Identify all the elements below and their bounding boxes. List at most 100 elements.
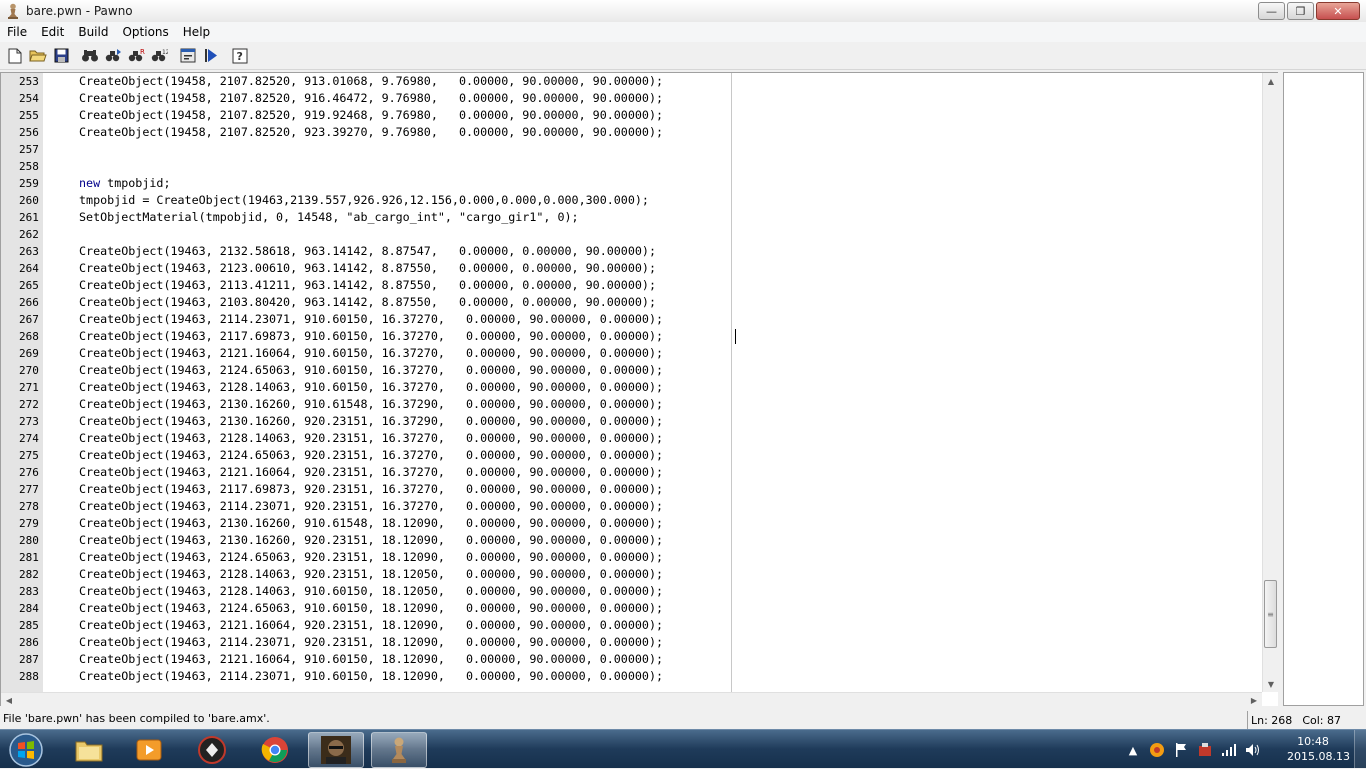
find-icon[interactable]: [79, 45, 101, 67]
minimize-button[interactable]: —: [1258, 2, 1285, 20]
code-line[interactable]: CreateObject(19463, 2103.80420, 963.1414…: [45, 294, 1261, 311]
code-line[interactable]: CreateObject(19463, 2124.65063, 920.2315…: [45, 549, 1261, 566]
action-center-flag-icon[interactable]: [1172, 741, 1190, 759]
line-number: 255: [19, 109, 39, 122]
line-number: 287: [19, 653, 39, 666]
code-line[interactable]: CreateObject(19463, 2124.65063, 910.6015…: [45, 600, 1261, 617]
new-file-icon[interactable]: [4, 45, 26, 67]
scroll-left-icon[interactable]: ◀: [1, 693, 17, 708]
line-number: 275: [19, 449, 39, 462]
toolbar: R 12 ?: [0, 42, 1366, 70]
code-line[interactable]: [45, 226, 1261, 243]
code-line[interactable]: [45, 158, 1261, 175]
code-line[interactable]: CreateObject(19463, 2117.69873, 910.6015…: [45, 328, 1261, 345]
game-avatar-icon[interactable]: [308, 732, 364, 768]
code-line[interactable]: CreateObject(19458, 2107.82520, 923.3927…: [45, 124, 1261, 141]
horizontal-scrollbar[interactable]: ◀ ▶: [1, 692, 1262, 707]
menu-build[interactable]: Build: [71, 25, 115, 39]
vertical-scroll-thumb[interactable]: ≡: [1264, 580, 1277, 648]
line-number: 265: [19, 279, 39, 292]
code-line[interactable]: CreateObject(19463, 2124.65063, 920.2315…: [45, 447, 1261, 464]
code-line[interactable]: CreateObject(19463, 2128.14063, 920.2315…: [45, 430, 1261, 447]
pawno-pawn-icon[interactable]: [5, 3, 21, 19]
menu-file[interactable]: File: [0, 25, 34, 39]
pawno-icon[interactable]: [371, 732, 427, 768]
code-line[interactable]: CreateObject(19463, 2130.16260, 910.6154…: [45, 515, 1261, 532]
scroll-right-icon[interactable]: ▶: [1246, 693, 1262, 708]
code-line[interactable]: CreateObject(19463, 2114.23071, 920.2315…: [45, 634, 1261, 651]
code-line[interactable]: CreateObject(19463, 2121.16064, 910.6015…: [45, 345, 1261, 362]
code-line[interactable]: SetObjectMaterial(tmpobjid, 0, 14548, "a…: [45, 209, 1261, 226]
svg-text:?: ?: [237, 50, 243, 63]
line-number: 268: [19, 330, 39, 343]
code-line[interactable]: CreateObject(19458, 2107.82520, 919.9246…: [45, 107, 1261, 124]
replace-icon[interactable]: R: [125, 45, 147, 67]
line-number: 285: [19, 619, 39, 632]
code-line[interactable]: CreateObject(19463, 2128.14063, 920.2315…: [45, 566, 1261, 583]
find-next-icon[interactable]: [102, 45, 124, 67]
volume-icon[interactable]: [1244, 741, 1262, 759]
menu-help[interactable]: Help: [176, 25, 217, 39]
code-line[interactable]: CreateObject(19463, 2117.69873, 920.2315…: [45, 481, 1261, 498]
code-line[interactable]: CreateObject(19463, 2114.23071, 910.6015…: [45, 311, 1261, 328]
code-line[interactable]: CreateObject(19458, 2107.82520, 916.4647…: [45, 90, 1261, 107]
code-line[interactable]: CreateObject(19463, 2121.16064, 920.2315…: [45, 617, 1261, 634]
text-caret: [735, 329, 736, 344]
line-number: 261: [19, 211, 39, 224]
code-line[interactable]: [45, 141, 1261, 158]
menu-options[interactable]: Options: [115, 25, 175, 39]
scroll-down-icon[interactable]: ▼: [1263, 676, 1279, 692]
tool-app-icon[interactable]: [184, 732, 240, 768]
code-editor[interactable]: 253 254 255 256 257 258 259 260 261 262 263 264 265 2…: [0, 72, 1278, 707]
security-app-icon[interactable]: [1196, 741, 1214, 759]
code-line[interactable]: tmpobjid = CreateObject(19463,2139.557,9…: [45, 192, 1261, 209]
code-line[interactable]: CreateObject(19463, 2123.00610, 963.1414…: [45, 260, 1261, 277]
code-line[interactable]: CreateObject(19463, 2113.41211, 963.1414…: [45, 277, 1261, 294]
network-signal-icon[interactable]: [1220, 741, 1238, 759]
line-number: 273: [19, 415, 39, 428]
start-button[interactable]: [4, 732, 48, 768]
media-player-icon[interactable]: [121, 732, 177, 768]
code-line[interactable]: CreateObject(19463, 2114.23071, 910.6015…: [45, 668, 1261, 685]
code-line[interactable]: CreateObject(19463, 2132.58618, 963.1414…: [45, 243, 1261, 260]
line-number: 271: [19, 381, 39, 394]
code-line[interactable]: CreateObject(19463, 2121.16064, 910.6015…: [45, 651, 1261, 668]
code-line[interactable]: CreateObject(19458, 2107.82520, 913.0106…: [45, 73, 1261, 90]
compile-icon[interactable]: [177, 45, 199, 67]
line-number: 283: [19, 585, 39, 598]
code-line[interactable]: new tmpobjid;: [45, 175, 1261, 192]
line-number: 286: [19, 636, 39, 649]
close-button[interactable]: ✕: [1316, 2, 1360, 20]
code-line[interactable]: CreateObject(19463, 2124.65063, 910.6015…: [45, 362, 1261, 379]
function-list-pane[interactable]: [1283, 72, 1364, 706]
help-icon[interactable]: ?: [229, 45, 251, 67]
save-icon[interactable]: [50, 45, 72, 67]
code-line[interactable]: CreateObject(19463, 2128.14063, 910.6015…: [45, 379, 1261, 396]
open-folder-icon[interactable]: [27, 45, 49, 67]
code-line[interactable]: CreateObject(19463, 2114.23071, 920.2315…: [45, 498, 1261, 515]
code-line[interactable]: CreateObject(19463, 2130.16260, 910.6154…: [45, 396, 1261, 413]
goto-line-icon[interactable]: 12: [148, 45, 170, 67]
maximize-button[interactable]: ❐: [1287, 2, 1314, 20]
show-hidden-icons-icon[interactable]: ▲: [1124, 741, 1142, 759]
run-icon[interactable]: [200, 45, 222, 67]
scroll-up-icon[interactable]: ▲: [1263, 73, 1279, 89]
menu-edit[interactable]: Edit: [34, 25, 71, 39]
show-desktop-button[interactable]: [1354, 730, 1366, 769]
antivirus-icon[interactable]: [1148, 741, 1166, 759]
code-line[interactable]: CreateObject(19463, 2130.16260, 920.2315…: [45, 413, 1261, 430]
vertical-scrollbar[interactable]: ▲ ≡ ▼: [1262, 73, 1278, 692]
title-bar[interactable]: bare.pwn - Pawno — ❐ ✕: [0, 0, 1366, 22]
code-line[interactable]: CreateObject(19463, 2128.14063, 910.6015…: [45, 583, 1261, 600]
menu-bar: File Edit Build Options Help: [0, 22, 1366, 42]
taskbar-clock[interactable]: 10:48 2015.08.13: [1287, 734, 1350, 764]
code-area[interactable]: CreateObject(19458, 2107.82520, 913.0106…: [45, 73, 1261, 692]
line-number: 288: [19, 670, 39, 683]
code-line[interactable]: CreateObject(19463, 2121.16064, 920.2315…: [45, 464, 1261, 481]
chrome-icon[interactable]: [247, 732, 303, 768]
window-title: bare.pwn - Pawno: [26, 4, 133, 18]
file-explorer-icon[interactable]: [61, 732, 117, 768]
code-line[interactable]: CreateObject(19463, 2130.16260, 920.2315…: [45, 532, 1261, 549]
svg-text:12: 12: [162, 49, 168, 56]
right-margin-guide: [731, 73, 732, 692]
